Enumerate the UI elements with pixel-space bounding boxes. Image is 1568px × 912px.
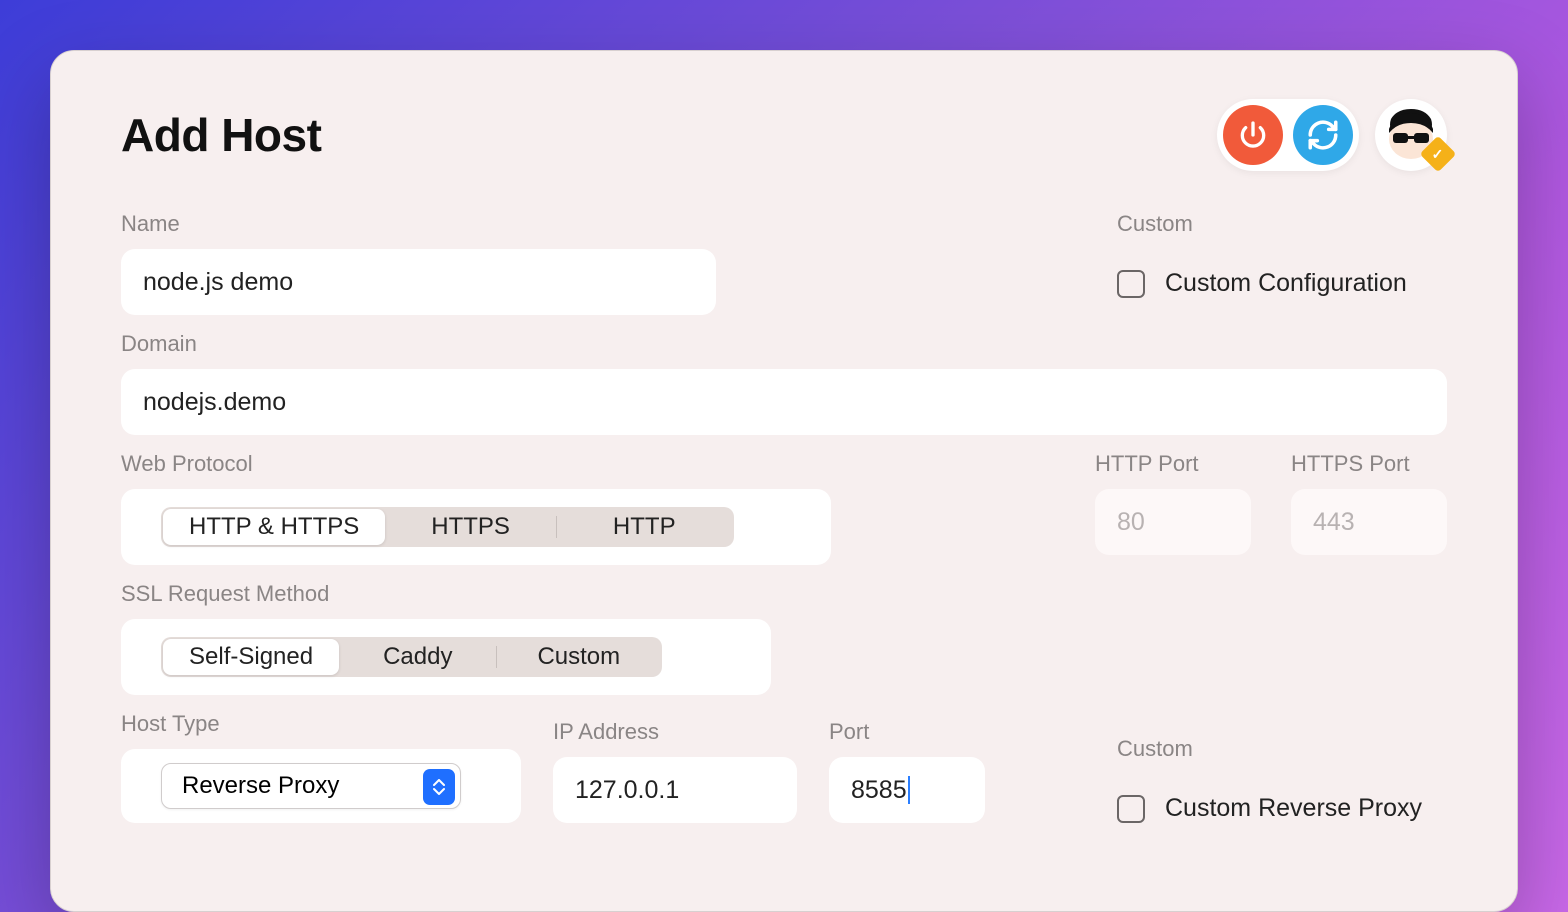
web-protocol-group: Web Protocol HTTP & HTTPS HTTPS HTTP <box>121 451 1055 565</box>
http-port-input[interactable] <box>1095 489 1251 555</box>
custom-reverse-proxy-group: Custom Custom Reverse Proxy <box>1117 736 1447 823</box>
header-actions <box>1217 99 1447 171</box>
ssl-option-self-signed[interactable]: Self-Signed <box>163 639 339 675</box>
power-button[interactable] <box>1223 105 1283 165</box>
protocol-option-http-https[interactable]: HTTP & HTTPS <box>163 509 385 545</box>
custom-reverse-proxy-row: Custom Reverse Proxy <box>1117 794 1447 823</box>
custom-config-checkbox-label: Custom Configuration <box>1165 269 1407 298</box>
http-port-group: HTTP Port <box>1095 451 1251 565</box>
custom-reverse-proxy-label: Custom Reverse Proxy <box>1165 794 1422 823</box>
port-input[interactable]: 8585 <box>829 757 985 823</box>
dialog-header: Add Host <box>121 99 1447 171</box>
ssl-method-segmented: Self-Signed Caddy Custom <box>161 637 662 677</box>
protocol-option-http[interactable]: HTTP <box>557 509 732 545</box>
power-icon <box>1237 119 1269 151</box>
host-type-select[interactable]: Reverse Proxy <box>161 763 461 809</box>
port-group: Port 8585 <box>829 719 985 823</box>
host-details-row: Host Type Reverse Proxy IP Address Port … <box>121 711 1447 823</box>
ip-address-label: IP Address <box>553 719 797 745</box>
ssl-option-custom[interactable]: Custom <box>497 639 660 675</box>
web-protocol-container: HTTP & HTTPS HTTPS HTTP <box>121 489 831 565</box>
http-port-label: HTTP Port <box>1095 451 1251 477</box>
protocol-ports-row: Web Protocol HTTP & HTTPS HTTPS HTTP HTT… <box>121 451 1447 565</box>
select-chevrons-icon <box>423 769 455 805</box>
add-host-dialog: Add Host <box>50 50 1518 912</box>
https-port-input[interactable] <box>1291 489 1447 555</box>
port-label: Port <box>829 719 985 745</box>
protocol-option-https[interactable]: HTTPS <box>385 509 556 545</box>
https-port-group: HTTPS Port <box>1291 451 1447 565</box>
custom-config-label: Custom <box>1117 211 1447 237</box>
host-type-group: Host Type Reverse Proxy <box>121 711 521 823</box>
custom-config-group: Custom Custom Configuration <box>1117 211 1447 315</box>
header-pill-buttons <box>1217 99 1359 171</box>
name-field-group: Name <box>121 211 716 315</box>
custom-config-checkbox[interactable] <box>1117 270 1145 298</box>
refresh-icon <box>1306 118 1340 152</box>
name-label: Name <box>121 211 716 237</box>
host-type-value: Reverse Proxy <box>182 772 339 800</box>
ssl-method-label: SSL Request Method <box>121 581 1447 607</box>
host-type-select-wrap: Reverse Proxy <box>121 749 521 823</box>
page-title: Add Host <box>121 108 321 162</box>
domain-input[interactable] <box>121 369 1447 435</box>
host-type-label: Host Type <box>121 711 521 737</box>
name-input[interactable] <box>121 249 716 315</box>
domain-label: Domain <box>121 331 1447 357</box>
domain-field-group: Domain <box>121 331 1447 435</box>
avatar[interactable] <box>1375 99 1447 171</box>
port-value: 8585 <box>851 776 907 805</box>
custom-reverse-proxy-checkbox[interactable] <box>1117 795 1145 823</box>
text-cursor <box>908 776 910 804</box>
custom-config-checkbox-row: Custom Configuration <box>1117 269 1447 298</box>
ssl-method-container: Self-Signed Caddy Custom <box>121 619 771 695</box>
ip-address-group: IP Address <box>553 719 797 823</box>
name-custom-row: Name Custom Custom Configuration <box>121 211 1447 315</box>
web-protocol-label: Web Protocol <box>121 451 1055 477</box>
custom-reverse-proxy-section-label: Custom <box>1117 736 1447 762</box>
ip-address-input[interactable] <box>553 757 797 823</box>
ssl-method-group: SSL Request Method Self-Signed Caddy Cus… <box>121 581 1447 695</box>
https-port-label: HTTPS Port <box>1291 451 1447 477</box>
web-protocol-segmented: HTTP & HTTPS HTTPS HTTP <box>161 507 734 547</box>
refresh-button[interactable] <box>1293 105 1353 165</box>
ssl-option-caddy[interactable]: Caddy <box>339 639 496 675</box>
